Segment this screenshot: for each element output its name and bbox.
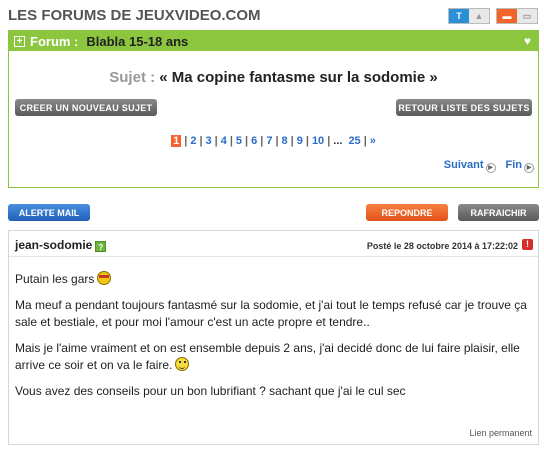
smiley-icon <box>97 271 112 285</box>
new-topic-button[interactable]: CREER UN NOUVEAU SUJET <box>15 99 157 116</box>
page-link[interactable]: 7 <box>266 135 272 147</box>
site-header: LES FORUMS DE JEUXVIDEO.COM T ▲ ▬ ▭ <box>0 0 544 28</box>
layout-toggle: ▬ ▭ <box>496 8 538 24</box>
forum-box: + Forum : Blabla 15-18 ans ♥ Sujet : « M… <box>8 30 539 188</box>
post-body: Putain les gars Ma meuf a pendant toujou… <box>15 271 530 409</box>
report-icon[interactable]: ! <box>522 239 533 250</box>
display-mode-toggle: T ▲ <box>448 8 490 24</box>
page-link[interactable]: 9 <box>297 135 303 147</box>
plus-icon[interactable]: + <box>14 35 25 47</box>
post-paragraph: Putain les gars <box>15 272 95 286</box>
author-name[interactable]: jean-sodomie <box>15 238 92 252</box>
post-date: Posté le 28 octobre 2014 à 17:22:02 <box>366 241 518 251</box>
text-mode-icon[interactable]: T <box>449 9 469 23</box>
page-last[interactable]: 25 <box>348 135 360 147</box>
post-header: jean-sodomie? Posté le 28 octobre 2014 à… <box>9 231 538 257</box>
page-next-symbol[interactable]: » <box>370 135 376 147</box>
pagination: 1 | 2 | 3 | 4 | 5 | 6 | 7 | 8 | 9 | 10 |... 25 |» <box>171 135 376 147</box>
refresh-button[interactable]: RAFRAICHIR <box>458 204 539 221</box>
forum-bar: + Forum : Blabla 15-18 ans ♥ <box>9 31 538 51</box>
subject-title: « Ma copine fantasme sur la sodomie » <box>159 69 438 86</box>
alert-mail-button[interactable]: ALERTE MAIL <box>8 204 90 221</box>
smiley-icon <box>175 357 190 371</box>
page-link[interactable]: 5 <box>236 135 242 147</box>
back-to-list-button[interactable]: RETOUR LISTE DES SUJETS <box>396 99 532 116</box>
image-mode-icon[interactable]: ▲ <box>469 9 489 23</box>
end-page-link[interactable]: Fin ▶ <box>506 159 534 173</box>
next-end-nav: Suivant ▶ Fin ▶ <box>444 159 534 173</box>
next-page-link[interactable]: Suivant ▶ <box>444 159 496 173</box>
layout-compact-icon[interactable]: ▬ <box>497 9 517 23</box>
forum-label: Forum : <box>30 33 79 49</box>
post: jean-sodomie? Posté le 28 octobre 2014 à… <box>8 230 539 445</box>
page-ellipsis: ... <box>333 135 343 147</box>
arrow-end-icon: ▶ <box>524 163 534 173</box>
page-link[interactable]: 4 <box>221 135 227 147</box>
heart-icon[interactable]: ♥ <box>524 34 531 48</box>
profile-icon[interactable]: ? <box>95 241 107 252</box>
post-paragraph: Ma meuf a pendant toujours fantasmé sur … <box>15 298 527 329</box>
page-link[interactable]: 6 <box>251 135 257 147</box>
arrow-right-icon: ▶ <box>485 163 496 173</box>
post-paragraph: Vous avez des conseils pour un bon lubri… <box>15 384 406 398</box>
page-link[interactable]: 10 <box>312 135 324 147</box>
forum-name[interactable]: Blabla 15-18 ans <box>86 34 188 49</box>
site-title[interactable]: LES FORUMS DE JEUXVIDEO.COM <box>8 7 261 24</box>
header-icons: T ▲ ▬ ▭ <box>448 8 538 24</box>
subject-label: Sujet : <box>109 69 156 86</box>
permalink[interactable]: Lien permanent <box>469 428 532 438</box>
page-current: 1 <box>171 135 182 147</box>
page-link[interactable]: 2 <box>190 135 196 147</box>
page-link[interactable]: 8 <box>282 135 288 147</box>
post-paragraph: Mais je l'aime vraiment et on est ensemb… <box>15 341 520 372</box>
page-link[interactable]: 3 <box>206 135 212 147</box>
topic-subject: Sujet : « Ma copine fantasme sur la sodo… <box>9 69 538 86</box>
reply-button[interactable]: REPONDRE <box>366 204 448 221</box>
post-author: jean-sodomie? <box>15 238 107 252</box>
layout-wide-icon[interactable]: ▭ <box>517 9 537 23</box>
